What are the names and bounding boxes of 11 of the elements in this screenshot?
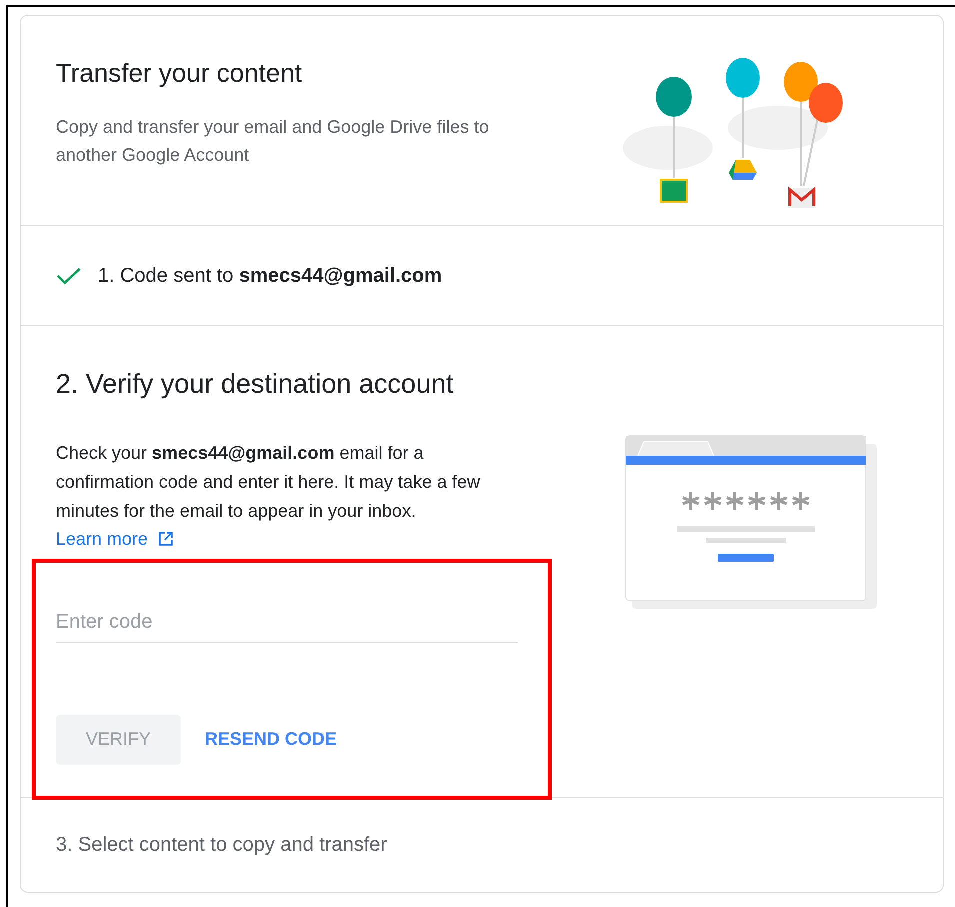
card-title: Transfer your content xyxy=(56,57,304,90)
card-description: Copy and transfer your email and Google Drive files to another Google Account xyxy=(56,116,490,167)
step-text: 1. Code sent to smecs44@gmail.com xyxy=(98,264,442,288)
step-text: 3. Select content to copy and transfer xyxy=(56,833,388,858)
code-input-field[interactable]: Enter code xyxy=(56,602,518,642)
checkmark-icon xyxy=(56,266,82,286)
step-heading: 2. Verify your destination account xyxy=(56,368,455,401)
external-link-icon xyxy=(158,531,174,547)
resend-code-button[interactable]: RESEND CODE xyxy=(187,714,356,764)
learn-more-link[interactable]: Learn more xyxy=(56,526,174,552)
step-instructions: Check your smecs44@gmail.com email for a confirmation code and enter it here. It may take a few minutes for the email to appear in your inbox. xyxy=(56,442,480,520)
